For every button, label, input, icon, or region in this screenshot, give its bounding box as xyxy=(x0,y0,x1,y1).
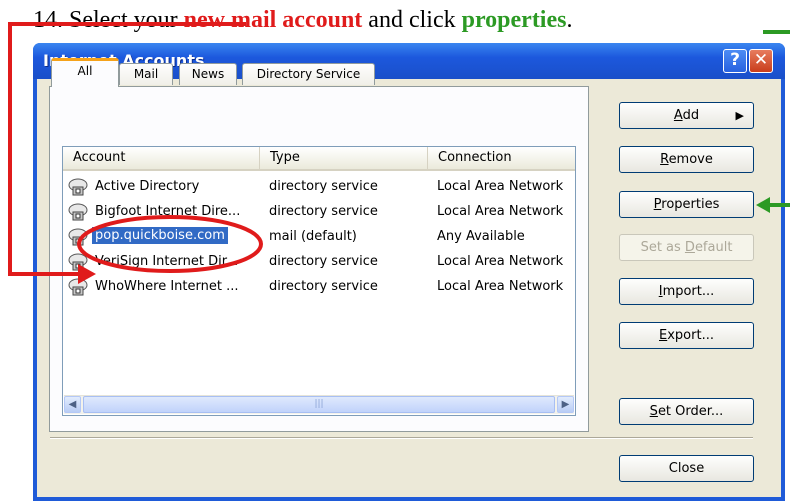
red-connector-line xyxy=(8,22,246,276)
red-highlight-circle xyxy=(77,215,263,273)
green-arrow-head xyxy=(756,197,770,213)
tab-all[interactable]: All xyxy=(51,58,119,87)
red-arrow-head xyxy=(78,264,96,284)
